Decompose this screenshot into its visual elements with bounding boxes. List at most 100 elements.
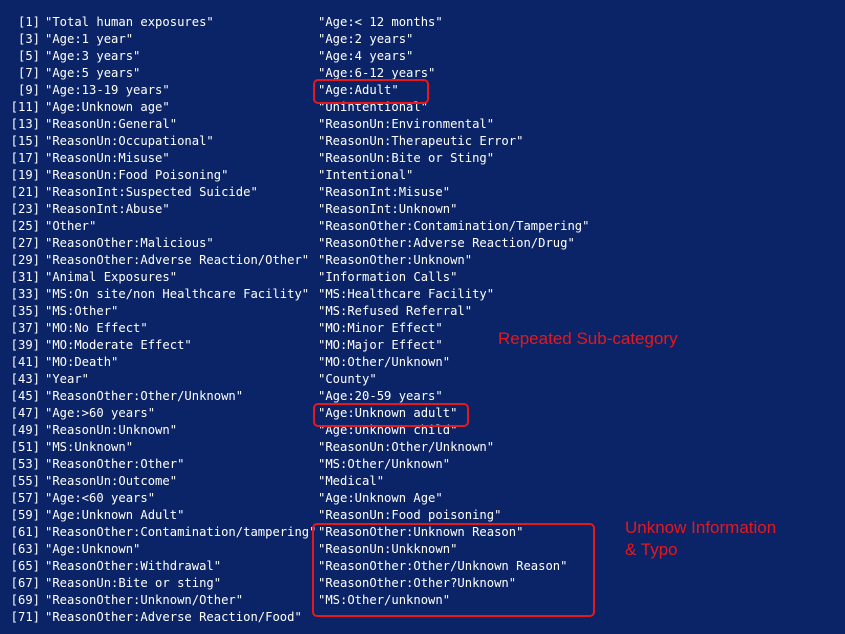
row-index: [51] [10, 440, 40, 454]
value-left: "ReasonOther:Malicious" [45, 236, 214, 250]
row-index: [21] [10, 185, 40, 199]
value-left: "ReasonUn:Misuse" [45, 151, 170, 165]
row-index: [47] [10, 406, 40, 420]
row-index: [67] [10, 576, 40, 590]
value-left: "ReasonInt:Abuse" [45, 202, 170, 216]
value-left: "Year" [45, 372, 90, 386]
value-left: "ReasonUn:Food Poisoning" [45, 168, 229, 182]
row-index: [25] [10, 219, 40, 233]
highlight-box-age-adult [313, 79, 429, 104]
row-index: [49] [10, 423, 40, 437]
value-left: "Other" [45, 219, 97, 233]
value-right: "ReasonInt:Misuse" [318, 185, 451, 199]
value-left: "Age:<60 years" [45, 491, 156, 505]
row-index: [53] [10, 457, 40, 471]
value-left: "MS:On site/non Healthcare Facility" [45, 287, 310, 301]
value-right: "MS:Refused Referral" [318, 304, 473, 318]
value-right: "MO:Other/Unknown" [318, 355, 451, 369]
value-right: "ReasonOther:Contamination/Tampering" [318, 219, 590, 233]
row-index: [63] [10, 542, 40, 556]
row-index: [41] [10, 355, 40, 369]
value-left: "Animal Exposures" [45, 270, 178, 284]
row-index: [19] [10, 168, 40, 182]
value-right: "ReasonUn:Therapeutic Error" [318, 134, 524, 148]
row-index: [61] [10, 525, 40, 539]
value-left: "Age:13-19 years" [45, 83, 170, 97]
value-right: "ReasonUn:Environmental" [318, 117, 495, 131]
row-index: [45] [10, 389, 40, 403]
row-index: [13] [10, 117, 40, 131]
value-right: "MS:Healthcare Facility" [318, 287, 495, 301]
annotation-unknown-typo: Unknow Information & Typo [625, 518, 777, 559]
row-index: [65] [10, 559, 40, 573]
row-index: [11] [10, 100, 40, 114]
value-left: "ReasonOther:Other/Unknown" [45, 389, 244, 403]
value-right: "Medical" [318, 474, 385, 488]
value-right: "Age:2 years" [318, 32, 414, 46]
value-right: "Intentional" [318, 168, 414, 182]
value-right: "ReasonOther:Unknown" [318, 253, 473, 267]
value-left: "ReasonOther:Unknown/Other" [45, 593, 244, 607]
row-index: [35] [10, 304, 40, 318]
row-index: [71] [10, 610, 40, 624]
row-index: [37] [10, 321, 40, 335]
value-left: "ReasonOther:Adverse Reaction/Food" [45, 610, 302, 624]
row-index: [9] [17, 83, 40, 97]
row-index: [57] [10, 491, 40, 505]
value-left: "Age:1 year" [45, 32, 134, 46]
value-left: "Age:3 years" [45, 49, 141, 63]
value-right: "ReasonUn:Bite or Sting" [318, 151, 495, 165]
row-index: [31] [10, 270, 40, 284]
row-index: [17] [10, 151, 40, 165]
value-left: "Total human exposures" [45, 15, 214, 29]
value-right: "County" [318, 372, 377, 386]
row-index: [39] [10, 338, 40, 352]
value-left: "Age:5 years" [45, 66, 141, 80]
value-left: "ReasonUn:General" [45, 117, 178, 131]
row-index: [3] [17, 32, 40, 46]
value-right: "MS:Other/Unknown" [318, 457, 451, 471]
value-left: "MO:No Effect" [45, 321, 148, 335]
value-right: "ReasonInt:Unknown" [318, 202, 458, 216]
row-index: [27] [10, 236, 40, 250]
value-right: "Information Calls" [318, 270, 458, 284]
value-left: "ReasonInt:Suspected Suicide" [45, 185, 258, 199]
value-left: "MO:Death" [45, 355, 119, 369]
value-left: "Age:Unknown age" [45, 100, 170, 114]
value-right: "Age:Unknown Age" [318, 491, 443, 505]
row-index: [23] [10, 202, 40, 216]
row-index: [55] [10, 474, 40, 488]
row-index: [7] [17, 66, 40, 80]
value-left: "Age:>60 years" [45, 406, 156, 420]
row-index: [29] [10, 253, 40, 267]
row-index: [1] [17, 15, 40, 29]
value-left: "ReasonUn:Occupational" [45, 134, 214, 148]
annotation-repeated-subcategory: Repeated Sub-category [498, 329, 678, 348]
value-right: "Age:4 years" [318, 49, 414, 63]
value-right: "MO:Major Effect" [318, 338, 443, 352]
row-index: [5] [17, 49, 40, 63]
value-left: "ReasonOther:Adverse Reaction/Other" [45, 253, 310, 267]
value-left: "MS:Unknown" [45, 440, 134, 454]
row-index: [59] [10, 508, 40, 522]
value-left: "ReasonUn:Bite or sting" [45, 576, 222, 590]
value-right: "Age:< 12 months" [318, 15, 443, 29]
value-left: "MS:Other" [45, 304, 119, 318]
value-left: "Age:Unknown Adult" [45, 508, 185, 522]
row-index: [15] [10, 134, 40, 148]
row-index: [33] [10, 287, 40, 301]
value-left: "MO:Moderate Effect" [45, 338, 192, 352]
value-left: "ReasonUn:Unknown" [45, 423, 178, 437]
value-left: "Age:Unknown" [45, 542, 141, 556]
row-index: [43] [10, 372, 40, 386]
value-right: "ReasonUn:Other/Unknown" [318, 440, 495, 454]
value-left: "ReasonOther:Other" [45, 457, 185, 471]
value-left: "ReasonUn:Outcome" [45, 474, 178, 488]
row-index: [69] [10, 593, 40, 607]
highlight-box-unknown-typo [312, 523, 595, 617]
highlight-box-age-unknown-adult [313, 403, 469, 427]
value-left: "ReasonOther:Contamination/tampering" [45, 525, 317, 539]
value-right: "MO:Minor Effect" [318, 321, 443, 335]
value-right: "ReasonOther:Adverse Reaction/Drug" [318, 236, 575, 250]
value-left: "ReasonOther:Withdrawal" [45, 559, 222, 573]
